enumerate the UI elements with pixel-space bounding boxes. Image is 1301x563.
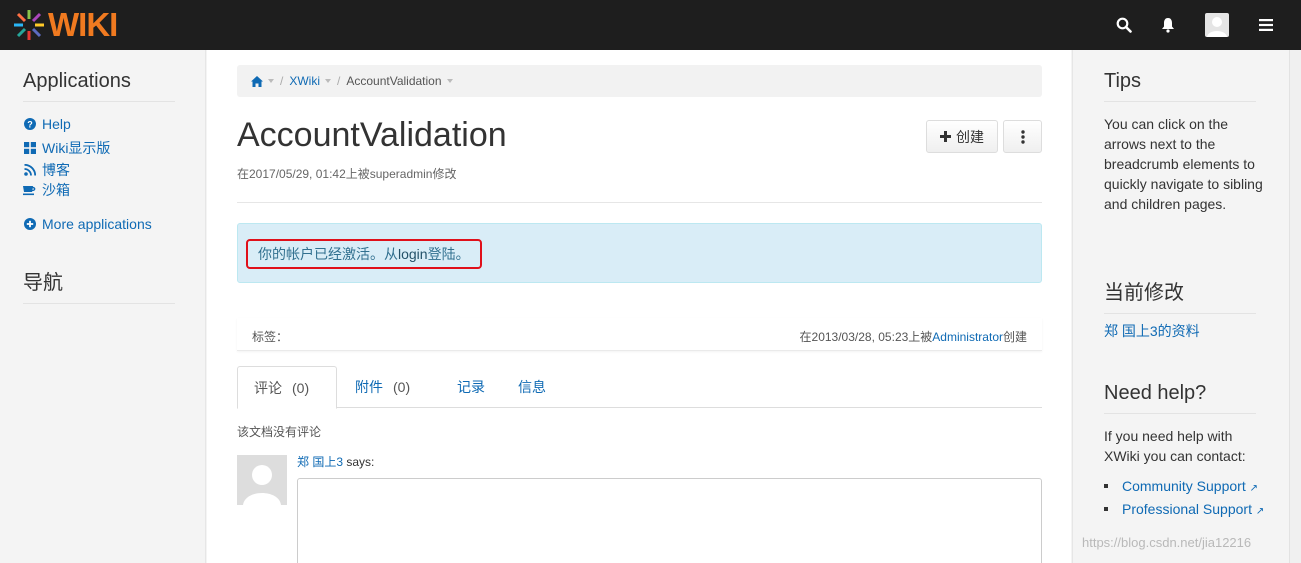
home-icon — [251, 75, 263, 87]
document-footer-info: 标签： 在2013/03/28, 05:23上被Administrator创建 — [237, 318, 1042, 351]
community-support-label: Community Support — [1122, 478, 1246, 494]
applications-panel-title: Applications — [23, 70, 175, 102]
home-breadcrumb-item[interactable] — [251, 75, 274, 87]
app-link-label: Help — [42, 116, 71, 132]
xwiki-logo[interactable]: WIKI — [12, 6, 118, 44]
app-link-help[interactable]: ? Help — [23, 116, 71, 132]
breadcrumb-item-xwiki[interactable]: XWiki — [289, 74, 320, 88]
creator-link[interactable]: Administrator — [932, 330, 1003, 344]
search-button[interactable] — [1111, 12, 1137, 38]
tab-count: (0) — [292, 379, 310, 396]
tab-information[interactable]: 信息 — [518, 366, 546, 408]
no-comments-text: 该文档没有评论 — [237, 425, 322, 439]
tab-label: 信息 — [518, 379, 546, 395]
info-message: 你的帐户已经激活。从 login 登陆。 — [246, 239, 482, 269]
main-content: / XWiki / AccountValidation AccountValid… — [207, 50, 1071, 563]
notifications-button[interactable] — [1155, 12, 1181, 38]
more-applications-label: More applications — [42, 216, 152, 232]
says-label: says: — [346, 455, 375, 469]
professional-support-link[interactable]: Professional Support ↗ — [1122, 501, 1264, 517]
right-panels: Tips You can click on the arrows next to… — [1072, 50, 1289, 563]
tab-count: (0) — [393, 379, 411, 395]
help-links-list: Community Support ↗ Professional Support… — [1104, 476, 1269, 522]
chevron-down-icon[interactable] — [446, 79, 453, 83]
divider — [237, 202, 1042, 203]
watermark: https://blog.csdn.net/jia12216 — [1082, 535, 1252, 550]
user-avatar — [1205, 13, 1229, 37]
comment-author-link[interactable]: 郑 国上3 — [297, 455, 343, 469]
plus-icon — [940, 131, 951, 142]
rss-icon — [23, 164, 36, 177]
xwiki-logo-icon — [14, 10, 44, 40]
breadcrumb: / XWiki / AccountValidation — [237, 65, 1042, 97]
app-link-wiki-display[interactable]: Wiki显示版 — [23, 138, 110, 158]
tab-comments[interactable]: 评论 (0) — [237, 366, 337, 409]
list-item: Community Support ↗ — [1104, 476, 1269, 499]
page-title: AccountValidation — [237, 116, 507, 154]
navigation-panel-title: 导航 — [23, 266, 175, 304]
app-link-label: 博客 — [42, 162, 70, 178]
tab-label: 评论 — [254, 379, 282, 396]
plus-circle-icon — [23, 218, 36, 231]
avatar — [237, 455, 287, 505]
last-modified-info: 在2017/05/29, 01:42上被superadmin修改 — [237, 167, 457, 181]
tips-panel-title: Tips — [1104, 70, 1256, 102]
need-help-text: If you need help with XWiki you can cont… — [1104, 428, 1246, 464]
tips-text: You can click on the arrows next to the … — [1104, 116, 1263, 212]
list-item: Professional Support ↗ — [1104, 499, 1269, 522]
breadcrumb-item-current: AccountValidation — [346, 74, 442, 88]
create-button[interactable]: 创建 — [926, 120, 998, 153]
app-link-label: 沙箱 — [42, 182, 70, 198]
tab-history[interactable]: 记录 — [457, 366, 485, 408]
external-link-icon: ↗ — [1255, 506, 1265, 517]
tab-label: 附件 — [355, 379, 383, 395]
page-scrollbar[interactable] — [1289, 50, 1301, 563]
app-link-blog[interactable]: 博客 — [23, 160, 70, 180]
info-message-prefix: 你的帐户已经激活。从 — [258, 246, 398, 262]
comment-author-line: 郑 国上3 says: — [297, 453, 374, 470]
more-actions-button[interactable] — [1003, 120, 1042, 153]
tab-label: 记录 — [457, 379, 485, 395]
app-link-sandbox[interactable]: 沙箱 — [23, 180, 70, 200]
svg-text:?: ? — [27, 119, 33, 129]
chevron-down-icon[interactable] — [325, 79, 332, 83]
bullet — [1104, 484, 1108, 488]
grid-icon — [23, 142, 36, 155]
top-navbar: WIKI — [0, 0, 1301, 50]
create-button-label: 创建 — [956, 128, 984, 145]
info-message-suffix: 登陆。 — [427, 246, 470, 262]
hamburger-menu-icon — [1259, 19, 1273, 31]
breadcrumb-separator: / — [280, 74, 284, 88]
logo-text: WIKI — [48, 6, 118, 43]
comment-textarea[interactable] — [297, 478, 1042, 563]
need-help-panel-title: Need help? — [1104, 382, 1256, 414]
more-applications-link[interactable]: More applications — [23, 216, 152, 232]
bullet — [1104, 507, 1108, 511]
recent-change-link[interactable]: 郑 国上3的资料 — [1104, 321, 1200, 341]
app-link-label: Wiki显示版 — [42, 140, 111, 156]
breadcrumb-separator: / — [337, 74, 341, 88]
coffee-icon — [23, 184, 36, 197]
left-panels: Applications ? Help Wiki显示版 博客 沙箱 More a… — [0, 50, 206, 563]
chevron-down-icon[interactable] — [268, 79, 274, 83]
search-icon — [1116, 17, 1132, 33]
question-circle-icon: ? — [23, 118, 36, 131]
document-tabs: 评论 (0) 附件 (0) 记录 信息 — [237, 366, 1042, 409]
created-info: 在2013/03/28, 05:23上被Administrator创建 — [800, 328, 1027, 345]
external-link-icon: ↗ — [1249, 483, 1258, 494]
tags-label: 标签： — [252, 330, 289, 344]
created-suffix: 创建 — [1002, 330, 1027, 344]
created-prefix: 在2013/03/28, 05:23上被 — [799, 330, 933, 344]
bell-icon — [1162, 18, 1174, 33]
info-message-box: 你的帐户已经激活。从 login 登陆。 — [237, 223, 1042, 283]
vertical-ellipsis-icon — [1020, 129, 1025, 144]
tab-attachments[interactable]: 附件 (0) — [355, 366, 410, 408]
login-link[interactable]: login — [398, 246, 428, 262]
community-support-link[interactable]: Community Support ↗ — [1122, 478, 1258, 494]
recent-changes-panel-title: 当前修改 — [1104, 276, 1256, 314]
main-menu-button[interactable] — [1253, 12, 1279, 38]
professional-support-label: Professional Support — [1122, 501, 1252, 517]
user-profile-button[interactable] — [1204, 12, 1230, 38]
